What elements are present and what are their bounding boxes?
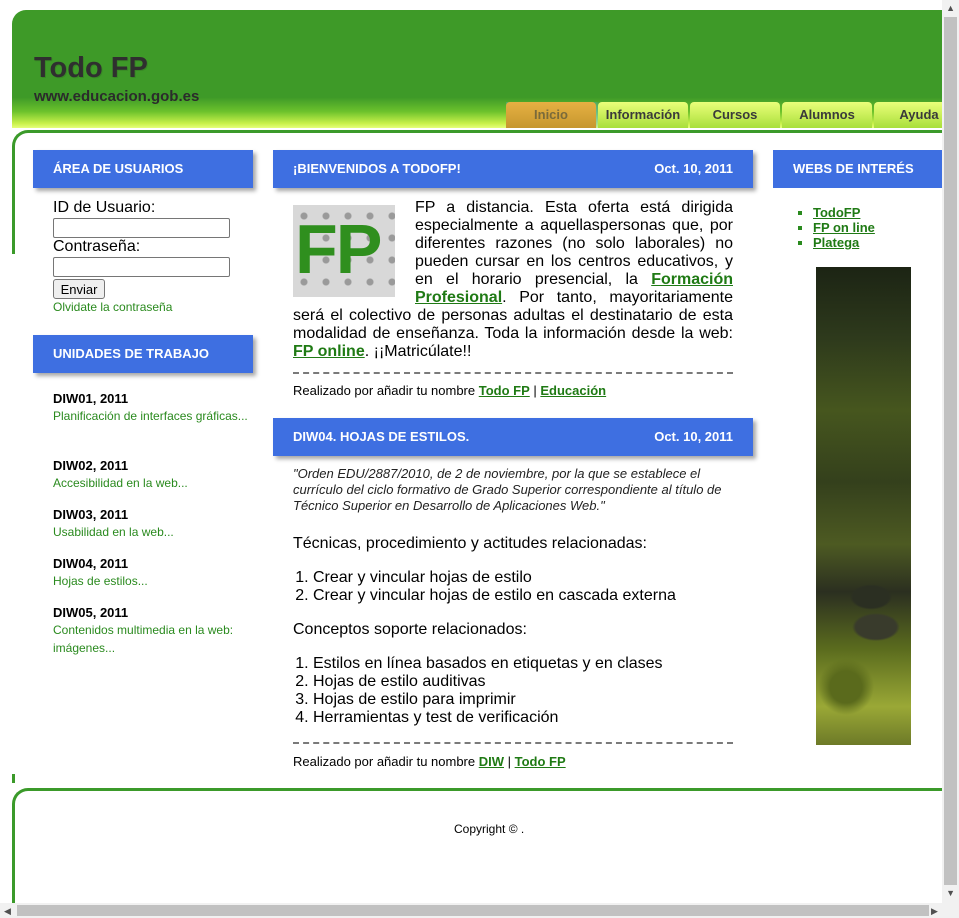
nav-tab-alumnos[interactable]: Alumnos: [782, 102, 872, 128]
article2-title-bar: DIW04. HOJAS DE ESTILOS. Oct. 10, 2011: [273, 418, 753, 456]
list-item: FP on line: [813, 220, 875, 235]
separator: |: [529, 383, 541, 398]
divider: [293, 742, 733, 744]
section-heading: Conceptos soporte relacionados:: [293, 621, 527, 638]
list-item: Hojas de estilo auditivas: [313, 673, 663, 691]
login-title: ÁREA DE USUARIOS: [53, 161, 184, 176]
unit-link[interactable]: Accesibilidad en la web...: [53, 474, 253, 492]
unit-item: DIW02, 2011 Accesibilidad en la web...: [53, 458, 253, 492]
unit-item: DIW01, 2011 Planificación de interfaces …: [53, 391, 253, 425]
copyright-text: Copyright © .: [454, 822, 525, 836]
article1-title-bar: ¡BIENVENIDOS A TODOFP! Oct. 10, 2011: [273, 150, 753, 188]
horizontal-scrollbar[interactable]: ◀ ▶: [0, 903, 959, 918]
horizontal-scroll-thumb[interactable]: [17, 905, 929, 916]
unit-title: DIW02, 2011: [53, 458, 129, 473]
fp-online-link[interactable]: FP online: [293, 343, 365, 360]
user-id-input[interactable]: [53, 218, 230, 238]
list-item: Crear y vincular hojas de estilo: [313, 569, 676, 587]
platega-link[interactable]: Platega: [813, 235, 859, 250]
unit-title: DIW04, 2011: [53, 556, 129, 571]
section-heading: Técnicas, procedimiento y actitudes rela…: [293, 535, 647, 552]
article1-body: FP FP a distancia. Esta oferta está diri…: [293, 199, 733, 361]
main-nav: Inicio Información Cursos Alumnos Ayuda: [506, 102, 942, 128]
fp-logo-image: FP: [293, 205, 395, 297]
links-box-title: WEBS DE INTERÉS: [773, 150, 942, 188]
unit-link[interactable]: Usabilidad en la web...: [53, 523, 253, 541]
article1-footer: Realizado por añadir tu nombre Todo FP |…: [293, 383, 606, 398]
scroll-up-arrow-icon[interactable]: ▲: [946, 3, 955, 13]
unit-link[interactable]: Contenidos multimedia en la web: imágene…: [53, 621, 253, 657]
units-title: UNIDADES DE TRABAJO: [53, 346, 210, 361]
site-url: www.educacion.gob.es: [34, 88, 200, 105]
list-item: Hojas de estilo para imprimir: [313, 691, 663, 709]
todofp-link[interactable]: Todo FP: [479, 383, 530, 398]
article1-text: . ¡¡Matricúlate!!: [364, 343, 472, 360]
fp-on-line-link[interactable]: FP on line: [813, 220, 875, 235]
article2-footer: Realizado por añadir tu nombre DIW | Tod…: [293, 754, 566, 769]
footer-text: Realizado por añadir tu nombre: [293, 754, 479, 769]
unit-item: DIW03, 2011 Usabilidad en la web...: [53, 507, 253, 541]
divider: [293, 372, 733, 374]
unit-item: DIW04, 2011 Hojas de estilos...: [53, 556, 253, 590]
nav-tab-inicio[interactable]: Inicio: [506, 102, 596, 128]
diw-link[interactable]: DIW: [479, 754, 504, 769]
unit-item: DIW05, 2011 Contenidos multimedia en la …: [53, 605, 253, 657]
nav-tab-informacion[interactable]: Información: [598, 102, 688, 128]
scroll-down-arrow-icon[interactable]: ▼: [946, 888, 955, 898]
interest-links-list: TodoFP FP on line Platega: [797, 205, 875, 250]
fp-logo-text: FP: [295, 210, 382, 288]
list-item: Herramientas y test de verificación: [313, 709, 663, 727]
unit-link[interactable]: Hojas de estilos...: [53, 572, 253, 590]
forest-stream-photo: [816, 267, 911, 745]
techniques-list: Crear y vincular hojas de estilo Crear y…: [293, 569, 676, 605]
separator: |: [504, 754, 515, 769]
unit-title: DIW05, 2011: [53, 605, 129, 620]
article2-date: Oct. 10, 2011: [654, 429, 733, 444]
educacion-link[interactable]: Educación: [540, 383, 606, 398]
list-item: Estilos en línea basados en etiquetas y …: [313, 655, 663, 673]
vertical-scroll-thumb[interactable]: [944, 17, 957, 885]
unit-title: DIW03, 2011: [53, 507, 129, 522]
login-box-title: ÁREA DE USUARIOS: [33, 150, 253, 188]
scroll-left-arrow-icon[interactable]: ◀: [4, 906, 11, 916]
units-box-title: UNIDADES DE TRABAJO: [33, 335, 253, 373]
vertical-scrollbar[interactable]: ▲ ▼: [942, 0, 959, 918]
submit-button[interactable]: Enviar: [53, 279, 105, 299]
footer-text: Realizado por añadir tu nombre: [293, 383, 479, 398]
concepts-list: Estilos en línea basados en etiquetas y …: [293, 655, 663, 727]
list-item: Platega: [813, 235, 875, 250]
article1-date: Oct. 10, 2011: [654, 161, 733, 176]
page-footer: [12, 788, 942, 918]
list-item: TodoFP: [813, 205, 875, 220]
user-id-label: ID de Usuario:: [53, 199, 156, 216]
unit-link[interactable]: Planificación de interfaces gráficas...: [53, 407, 253, 425]
frame-gap: [12, 254, 16, 774]
site-title: Todo FP: [34, 52, 148, 84]
article2-quote: "Orden EDU/2887/2010, de 2 de noviembre,…: [293, 466, 722, 513]
password-input[interactable]: [53, 257, 230, 277]
article2-title: DIW04. HOJAS DE ESTILOS.: [293, 429, 470, 444]
todofp-link[interactable]: TodoFP: [813, 205, 860, 220]
scroll-right-arrow-icon[interactable]: ▶: [931, 906, 938, 916]
list-item: Crear y vincular hojas de estilo en casc…: [313, 587, 676, 605]
unit-title: DIW01, 2011: [53, 391, 129, 406]
nav-tab-ayuda[interactable]: Ayuda: [874, 102, 942, 128]
article1-title: ¡BIENVENIDOS A TODOFP!: [293, 161, 461, 176]
password-label: Contraseña:: [53, 238, 141, 255]
nav-tab-cursos[interactable]: Cursos: [690, 102, 780, 128]
links-title: WEBS DE INTERÉS: [793, 161, 914, 176]
todofp-link[interactable]: Todo FP: [515, 754, 566, 769]
forgot-password-link[interactable]: Olvidate la contraseña: [53, 300, 172, 314]
